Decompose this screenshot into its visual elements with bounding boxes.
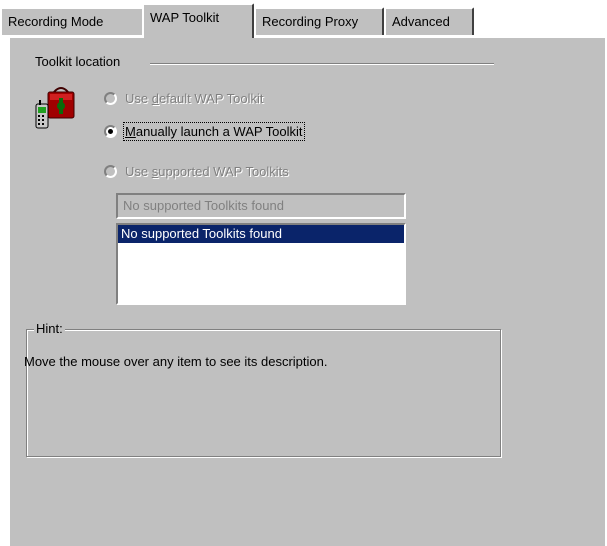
hint-label: Hint:	[34, 321, 65, 337]
wap-phone-toolbox-icon	[34, 84, 78, 132]
tab-label: Recording Proxy	[262, 14, 359, 29]
radio-use-supported-toolkits[interactable]: Use supported WAP Toolkits	[104, 164, 289, 179]
tab-label: WAP Toolkit	[150, 10, 220, 25]
list-item[interactable]: No supported Toolkits found	[118, 225, 404, 243]
radio-manually-launch-toolkit[interactable]: Manually launch a WAP Toolkit	[104, 122, 305, 141]
tab-strip: Recording Mode WAP Toolkit Recording Pro…	[0, 0, 607, 38]
tab-panel-wap-toolkit: Toolkit location Use default WAP Toolkit…	[8, 36, 605, 546]
tab-label: Advanced	[392, 14, 450, 29]
tab-advanced[interactable]: Advanced	[384, 7, 474, 35]
tab-wap-toolkit[interactable]: WAP Toolkit	[142, 3, 254, 38]
radio-button[interactable]	[104, 165, 117, 178]
supported-toolkits-combo[interactable]: No supported Toolkits found	[116, 193, 406, 219]
radio-label: Manually launch a WAP Toolkit	[123, 122, 305, 141]
tab-label: Recording Mode	[8, 14, 104, 29]
group-divider	[150, 63, 494, 65]
hint-group-box	[26, 329, 501, 457]
radio-label: Use default WAP Toolkit	[125, 91, 264, 106]
radio-button[interactable]	[104, 92, 117, 105]
tab-recording-mode[interactable]: Recording Mode	[0, 7, 144, 35]
radio-button[interactable]	[104, 125, 117, 138]
radio-use-default-toolkit[interactable]: Use default WAP Toolkit	[104, 91, 264, 106]
toolkit-location-group-label: Toolkit location	[32, 54, 124, 69]
hint-text: Move the mouse over any item to see its …	[24, 354, 328, 369]
supported-toolkits-list[interactable]: No supported Toolkits found	[116, 223, 406, 305]
tab-recording-proxy[interactable]: Recording Proxy	[254, 7, 384, 35]
radio-label: Use supported WAP Toolkits	[125, 164, 289, 179]
